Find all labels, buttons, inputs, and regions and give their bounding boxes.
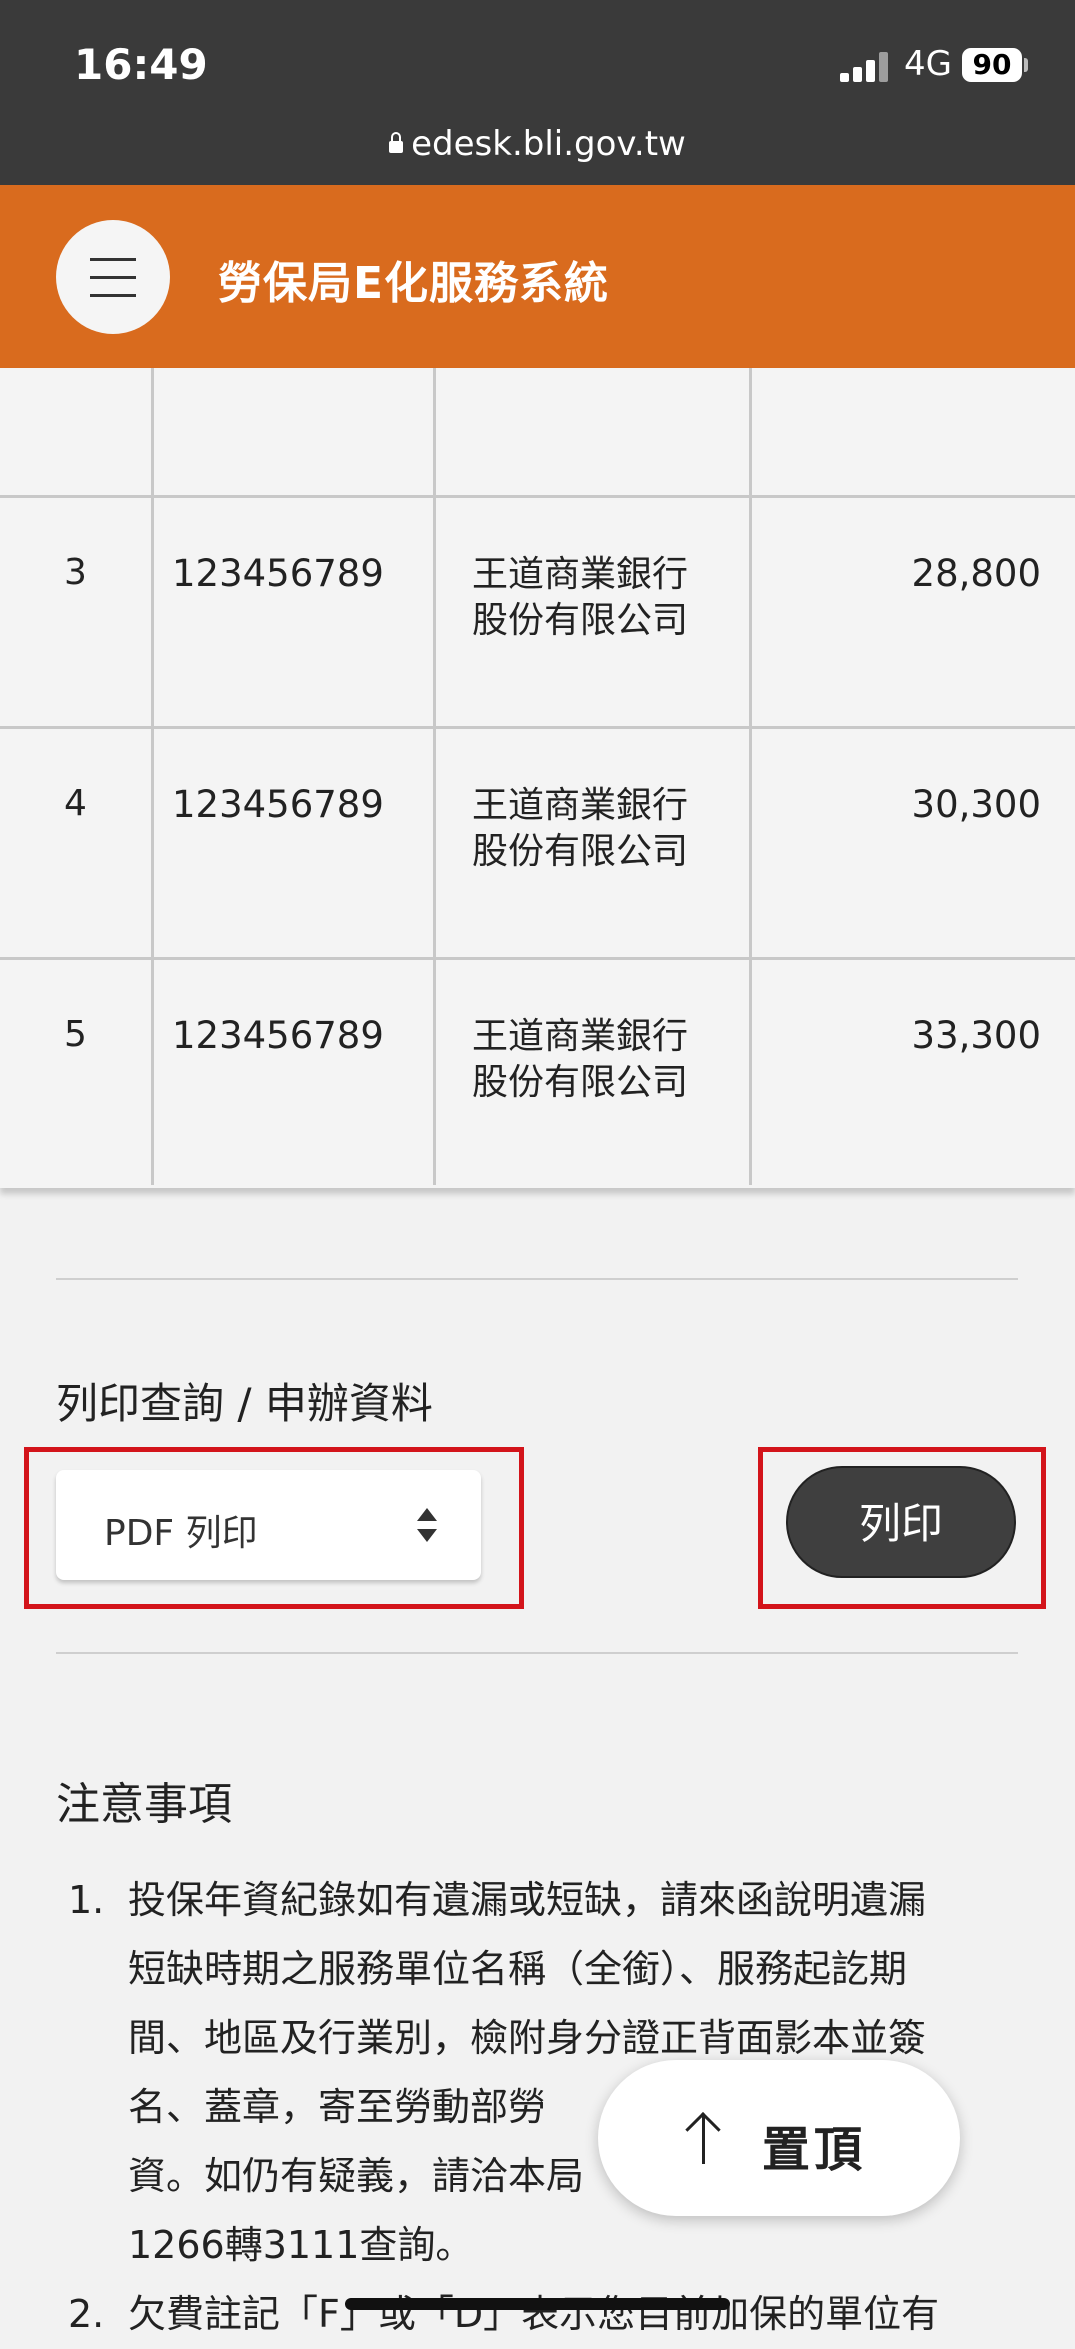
table-row: 5 123456789 王道商業銀行 股份有限公司 33,300 (0, 960, 1075, 1185)
print-button[interactable]: 列印 (786, 1466, 1016, 1578)
row-amount: 33,300 (911, 1014, 1041, 1057)
print-format-select[interactable]: PDF 列印 (56, 1470, 481, 1580)
arrow-up-icon (684, 2112, 724, 2164)
network-type: 4G (904, 44, 952, 84)
data-table: 3 123456789 王道商業銀行 股份有限公司 28,800 4 123456… (0, 368, 1075, 1188)
app-header: 勞保局E化服務系統 (0, 185, 1075, 368)
divider (56, 1278, 1018, 1280)
url-text: edesk.bli.gov.tw (411, 124, 686, 164)
select-arrows-icon (417, 1508, 437, 1542)
home-indicator (345, 2298, 730, 2310)
row-id: 123456789 (172, 1014, 384, 1057)
table-row (0, 368, 1075, 498)
clock: 16:49 (74, 40, 208, 89)
notice-title: 注意事項 (56, 1779, 232, 1830)
back-to-top-button[interactable]: 置頂 (598, 2060, 960, 2216)
list-item: 2. 欠費註記「F」或「D」表示您目前加保的單位有 (68, 2292, 940, 2336)
signal-icon (840, 52, 890, 82)
lock-icon (389, 132, 404, 153)
address-bar[interactable]: edesk.bli.gov.tw (0, 124, 1075, 164)
status-bar: 16:49 4G 90 edesk.bli.gov.tw (0, 0, 1075, 185)
hamburger-icon (90, 258, 136, 261)
divider (56, 1652, 1018, 1654)
table-row: 4 123456789 王道商業銀行 股份有限公司 30,300 (0, 729, 1075, 960)
back-to-top-label: 置頂 (762, 2122, 867, 2178)
menu-button[interactable] (56, 220, 170, 334)
table-row: 3 123456789 王道商業銀行 股份有限公司 28,800 (0, 498, 1075, 729)
row-company: 王道商業銀行 股份有限公司 (472, 1016, 689, 1103)
app-title: 勞保局E化服務系統 (218, 258, 610, 309)
print-section-label: 列印查詢 / 申辦資料 (56, 1379, 433, 1428)
select-value: PDF 列印 (104, 1513, 258, 1554)
battery-icon: 90 (962, 48, 1022, 82)
row-index: 5 (64, 1014, 87, 1055)
battery-tip (1024, 58, 1028, 72)
